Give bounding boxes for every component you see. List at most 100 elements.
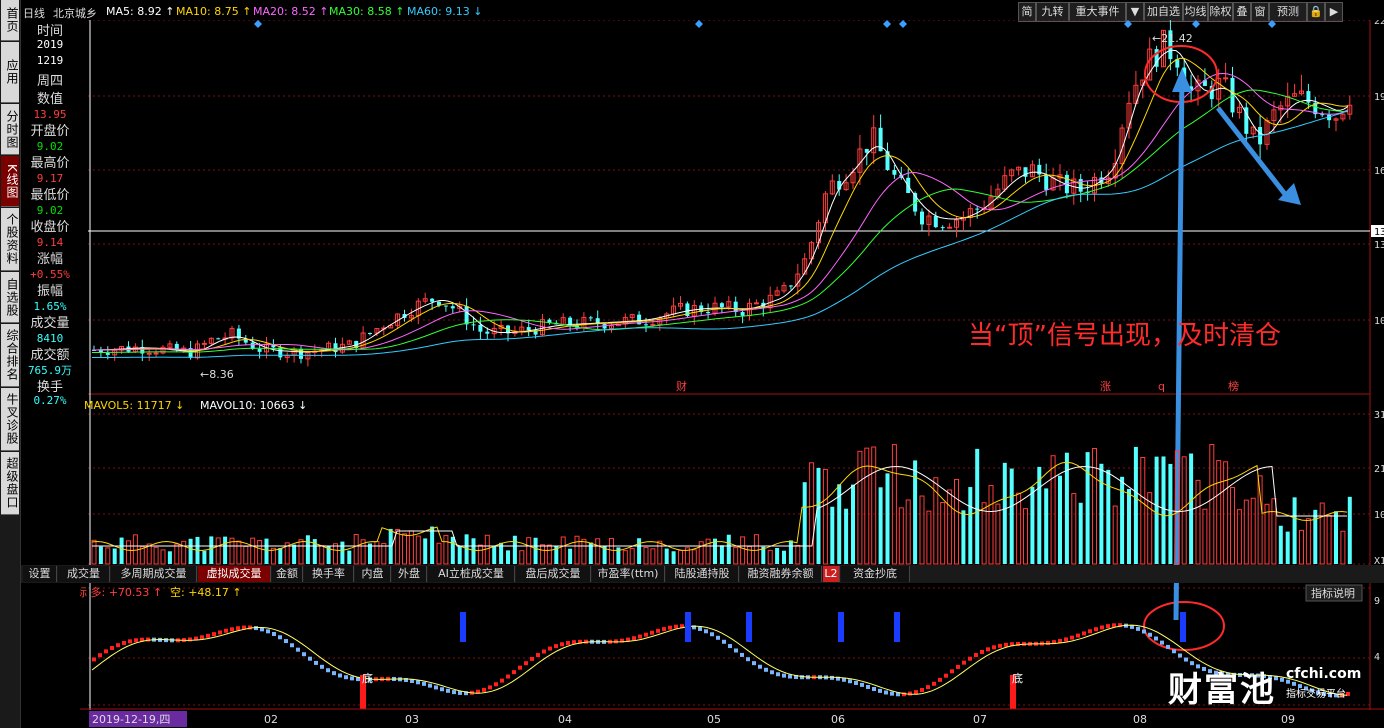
toolbar-button-2[interactable]: 重大事件 <box>1069 2 1126 22</box>
tab-10[interactable]: 市盈率(ttm) <box>592 566 665 582</box>
nav-item-0[interactable]: 首页 <box>1 0 19 41</box>
tab-9[interactable]: 盘后成交量 <box>516 566 591 582</box>
candle-body <box>368 332 372 334</box>
indicator-dot <box>884 690 888 695</box>
tab-2[interactable]: 多周期成交量 <box>111 566 197 582</box>
tab-3[interactable]: 虚拟成交量 <box>198 566 271 582</box>
indicator-dot <box>704 629 708 634</box>
info-field-3: 周四 <box>36 74 63 89</box>
toolbar-button-5[interactable]: 均线 <box>1183 2 1208 22</box>
nav-item-1[interactable]: 应用 <box>1 42 19 103</box>
kline-chart[interactable]: ←21.42 ←8.36 财 涨 q 榜 22 19 16 13 13 10 MAVOL5: 11717… <box>80 20 1384 728</box>
volume-bar <box>947 489 953 565</box>
event-marker[interactable] <box>1268 20 1276 28</box>
indicator-dot <box>230 627 234 632</box>
nav-item-6[interactable]: 综合排名 <box>1 324 19 387</box>
volume-bar <box>574 535 580 565</box>
volume-bar <box>430 526 435 564</box>
nav-item-5[interactable]: 自选股 <box>1 272 19 323</box>
tab-1[interactable]: 成交量 <box>58 566 110 582</box>
nav-item-2[interactable]: 分时图 <box>1 104 19 155</box>
toolbar-button-4[interactable]: 加自选 <box>1144 2 1183 22</box>
tab-6[interactable]: 内盘 <box>355 566 391 582</box>
indicator-dot <box>350 676 354 681</box>
toolbar-button-11[interactable]: ▶ <box>1325 2 1343 22</box>
toolbar-button-1[interactable]: 九转 <box>1036 2 1069 22</box>
tab-14[interactable]: 资金抄底 <box>841 566 910 582</box>
event-label[interactable]: q <box>1158 380 1165 393</box>
volume-bar <box>1326 514 1332 565</box>
candle-body <box>740 312 745 316</box>
info-field-22: 换手 <box>36 380 63 395</box>
volume-bar <box>637 538 642 564</box>
volume-bar <box>1099 463 1104 564</box>
event-marker[interactable] <box>1192 20 1200 28</box>
nav-item-8[interactable]: 超级盘口 <box>1 452 19 515</box>
toolbar-button-7[interactable]: 叠 <box>1233 2 1251 22</box>
tab-5[interactable]: 换手率 <box>304 566 354 582</box>
candle-body <box>443 305 448 307</box>
candle-body <box>1223 77 1229 80</box>
indicator-dot <box>200 635 204 640</box>
tab-4[interactable]: 金额 <box>272 566 303 582</box>
event-label[interactable]: 涨 <box>1100 380 1111 393</box>
info-field-16: 振幅 <box>36 284 63 299</box>
volume-bar <box>775 547 780 564</box>
event-label[interactable]: 财 <box>676 379 687 393</box>
info-panel: 时间 2019 1219 周四 数值 13.95 开盘价 9.02 最高价 9.17 最低价 9.02… <box>21 20 79 410</box>
indicator-dot <box>854 680 858 685</box>
volume-bar <box>1140 456 1146 565</box>
volume-bar <box>926 510 932 565</box>
event-label[interactable]: 榜 <box>1228 379 1239 393</box>
indicator-dot <box>962 660 966 665</box>
indicator-dot <box>434 685 438 690</box>
nav-item-4[interactable]: 个股资料 <box>1 208 19 271</box>
event-marker[interactable] <box>695 20 703 28</box>
volume-bar <box>650 548 656 565</box>
volume-bar <box>671 551 676 564</box>
tab-0[interactable]: 设置 <box>23 566 57 582</box>
help-button-label[interactable]: 指标说明 <box>1311 586 1355 600</box>
tab-11[interactable]: 陆股通持股 <box>666 566 739 582</box>
toolbar-button-0[interactable]: 简 <box>1018 2 1036 22</box>
toolbar-button-6[interactable]: 除权 <box>1208 2 1233 22</box>
low-price-mark: ←8.36 <box>200 368 234 381</box>
tab-8[interactable]: AI立桩成交量 <box>428 566 515 582</box>
volume-bar <box>519 550 525 565</box>
event-marker[interactable] <box>254 20 262 28</box>
candle-body <box>975 208 980 210</box>
nav-item-3[interactable]: K线图 <box>1 156 19 207</box>
period-label[interactable]: 日线 <box>23 5 45 21</box>
candle-body <box>450 306 455 309</box>
volume-bar <box>622 550 628 565</box>
indicator-dot <box>446 688 450 693</box>
event-marker[interactable] <box>1124 20 1132 28</box>
toolbar-button-3[interactable]: ▼ <box>1126 2 1144 22</box>
volume-bar <box>581 538 587 565</box>
indicator-dot <box>218 630 222 635</box>
nav-item-7[interactable]: 牛叉诊股 <box>1 388 19 451</box>
indicator-dot <box>746 657 750 662</box>
logo-site: cfchi.com <box>1286 666 1362 682</box>
volume-bar <box>257 539 263 565</box>
tab-13[interactable]: L2 <box>823 566 840 582</box>
volume-bar <box>477 544 483 565</box>
candle-body <box>146 352 152 355</box>
toolbar-button-9[interactable]: 预测 <box>1269 2 1307 22</box>
event-marker[interactable] <box>899 20 907 28</box>
volume-bar <box>1216 460 1222 565</box>
candle-body <box>257 348 262 352</box>
indicator-help-button[interactable]: 指标说明 <box>1305 584 1363 602</box>
event-marker[interactable] <box>883 20 891 28</box>
toolbar-button-8[interactable]: 窗 <box>1251 2 1269 22</box>
tab-7[interactable]: 外盘 <box>392 566 427 582</box>
indicator-dot <box>734 648 738 653</box>
volume-bar <box>292 544 297 564</box>
volume-bar <box>1154 456 1159 564</box>
volume-bar <box>1009 468 1014 564</box>
volume-bar <box>1243 499 1249 565</box>
volume-bar <box>119 537 124 564</box>
tab-12[interactable]: 融资融券余额 <box>740 566 822 582</box>
toolbar-button-10[interactable]: 🔒 <box>1307 2 1325 22</box>
ma-label-4: MA60: 9.13 ↓ <box>407 5 483 18</box>
